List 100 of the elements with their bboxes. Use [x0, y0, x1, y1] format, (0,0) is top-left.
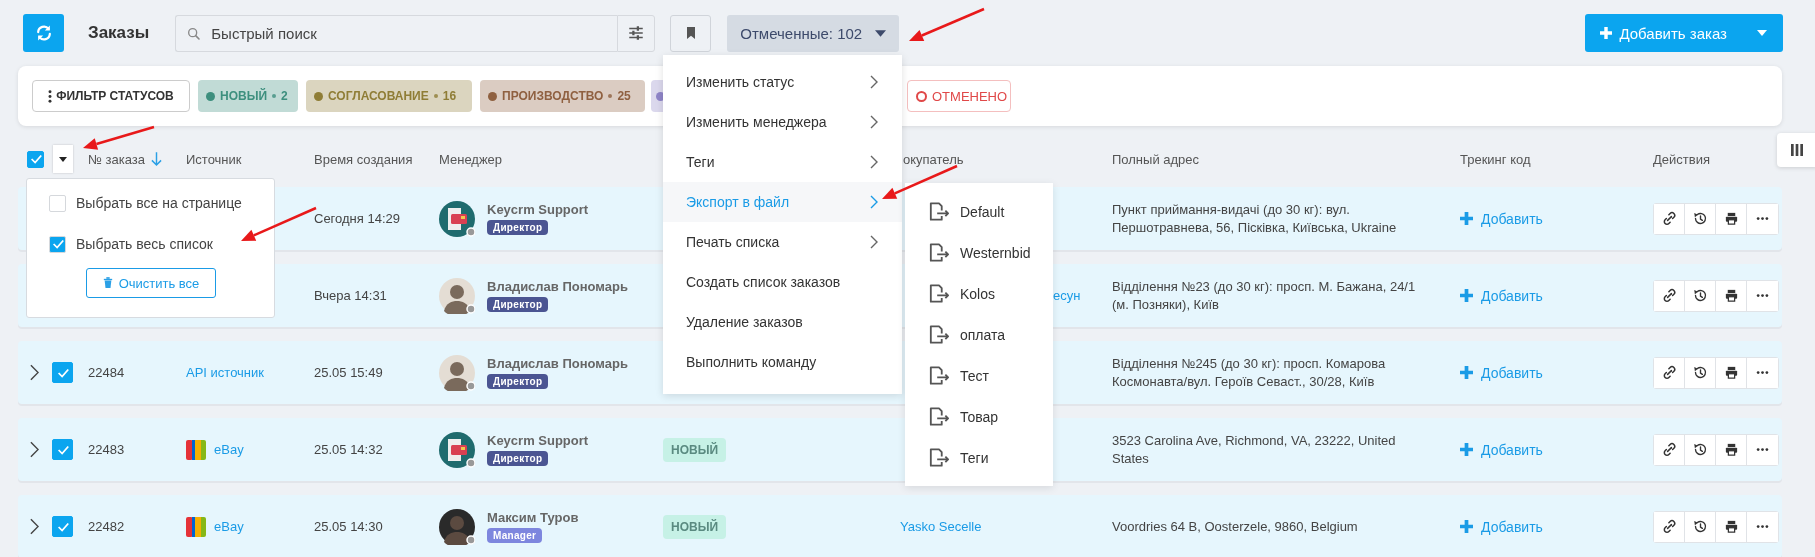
column-header[interactable]: Действия: [1653, 151, 1710, 167]
menu-item[interactable]: Удаление заказов: [663, 302, 902, 342]
manager-name: Владислав Пономарь: [487, 356, 628, 371]
column-header[interactable]: № заказа: [88, 151, 145, 167]
menu-item[interactable]: Изменить менеджера: [663, 102, 902, 142]
submenu-item[interactable]: Westernbid: [905, 232, 1053, 273]
submenu-item[interactable]: Kolos: [905, 273, 1053, 314]
column-header[interactable]: окупатель: [903, 151, 964, 167]
link-icon: [1661, 365, 1677, 380]
link-button[interactable]: [1654, 280, 1685, 311]
expand-button[interactable]: [30, 364, 39, 381]
file-export-icon: [929, 243, 949, 262]
role-badge: Директор: [487, 451, 549, 466]
order-number: 22482: [88, 519, 125, 534]
plus-icon: [1460, 520, 1473, 533]
address-text: Відділення №245 (до 30 кг): просп. Комарова Космонавта/вул. Героїв Севаст., 30/28, Київ: [1112, 354, 1387, 391]
sliders-icon: [627, 24, 646, 42]
created-time: Вчера 14:31: [314, 288, 387, 303]
submenu-item[interactable]: Default: [905, 191, 1053, 232]
status-filter-button[interactable]: ФИЛЬТР СТАТУСОВ: [32, 80, 190, 112]
marketplace-logo-icon: [186, 439, 206, 460]
avatar-icon: [439, 277, 475, 314]
row-checkbox[interactable]: [52, 362, 73, 383]
column-header[interactable]: Трекинг код: [1460, 151, 1531, 167]
print-icon: [1723, 442, 1739, 457]
check-icon: [50, 237, 65, 251]
select-all-checkbox[interactable]: [27, 150, 44, 168]
history-icon: [1692, 519, 1708, 534]
column-header[interactable]: Время создания: [314, 151, 413, 167]
role-badge: Manager: [487, 528, 543, 543]
option-checkbox[interactable]: [49, 194, 66, 212]
column-header[interactable]: Источник: [186, 151, 242, 167]
role-badge: Директор: [487, 374, 549, 389]
created-time: 25.05 14:30: [314, 519, 383, 534]
marked-orders-button[interactable]: Отмеченные: 102: [727, 14, 900, 52]
search-field[interactable]: Быстрый поиск: [175, 14, 618, 52]
refresh-button[interactable]: [23, 14, 64, 52]
plus-icon: [1460, 443, 1473, 456]
avatar-card-icon: [439, 431, 475, 468]
file-export-icon: [929, 202, 949, 221]
created-time: 25.05 14:32: [314, 442, 383, 457]
file-export-icon: [929, 325, 949, 344]
status-chip[interactable]: ОТМЕНЕНО: [907, 80, 1011, 112]
bookmark-button[interactable]: [670, 14, 712, 52]
row-checkbox[interactable]: [52, 516, 73, 537]
manager-name: Максим Туров: [487, 510, 579, 525]
menu-item[interactable]: Создать список заказов: [663, 262, 902, 302]
columns-button[interactable]: [1777, 133, 1815, 167]
role-badge: Директор: [487, 297, 549, 312]
column-header[interactable]: Менеджер: [439, 151, 503, 167]
manager-name: Владислав Пономарь: [487, 279, 628, 294]
expand-button[interactable]: [30, 441, 39, 458]
link-icon: [1661, 288, 1677, 303]
expand-button[interactable]: [30, 518, 39, 535]
filter-settings-button[interactable]: [617, 14, 656, 52]
plus-icon: [1460, 212, 1473, 225]
order-status: НОВЫЙ: [663, 437, 727, 462]
avatar-icon: [439, 508, 475, 545]
order-status: НОВЫЙ: [663, 514, 727, 539]
submenu-item[interactable]: оплата: [905, 314, 1053, 355]
link-button[interactable]: [1654, 203, 1685, 234]
submenu-item[interactable]: Товар: [905, 396, 1053, 437]
address-text: Пункт приймання-видачі (до 30 кг): вул. Першотравнева, 56, Пісківка, Київська, Ukraine: [1112, 200, 1398, 237]
file-export-icon: [929, 407, 949, 426]
file-export-icon: [929, 448, 949, 467]
annotation-arrow: [83, 125, 155, 150]
print-icon: [1723, 519, 1739, 534]
column-header[interactable]: Полный адрес: [1112, 151, 1200, 167]
submenu-item[interactable]: Теги: [905, 437, 1053, 478]
search-icon: [186, 25, 203, 42]
menu-item[interactable]: Выполнить команду: [663, 342, 902, 382]
manager-name: Keycrm Support: [487, 202, 589, 217]
history-icon: [1692, 365, 1708, 380]
option-label[interactable]: Выбрать все на странице: [76, 195, 242, 211]
menu-item[interactable]: Теги: [663, 142, 902, 182]
history-icon: [1692, 211, 1708, 226]
link-icon: [1661, 211, 1677, 226]
caret-icon: [59, 156, 67, 162]
menu-item[interactable]: Печать списка: [663, 222, 902, 262]
page-title: Заказы: [88, 23, 150, 43]
created-time: Сегодня 14:29: [314, 211, 400, 226]
submenu-item[interactable]: Тест: [905, 355, 1053, 396]
link-button[interactable]: [1654, 434, 1685, 465]
order-number: 22484: [88, 365, 125, 380]
select-options-button[interactable]: [53, 145, 73, 173]
columns-icon: [1789, 142, 1805, 158]
row-checkbox[interactable]: [52, 439, 73, 460]
plus-icon: [1600, 27, 1613, 39]
option-checkbox[interactable]: [49, 235, 66, 253]
menu-item[interactable]: Изменить статус: [663, 62, 902, 102]
link-button[interactable]: [1654, 511, 1685, 542]
chevron-icon: [30, 518, 39, 535]
chevron-icon: [30, 364, 39, 381]
print-icon: [1723, 288, 1739, 303]
history-icon: [1692, 288, 1708, 303]
vertical-dots-icon: [48, 89, 53, 103]
history-icon: [1692, 442, 1708, 457]
option-label[interactable]: Выбрать весь список: [76, 236, 213, 252]
link-button[interactable]: [1654, 357, 1685, 388]
check-icon: [28, 152, 43, 166]
